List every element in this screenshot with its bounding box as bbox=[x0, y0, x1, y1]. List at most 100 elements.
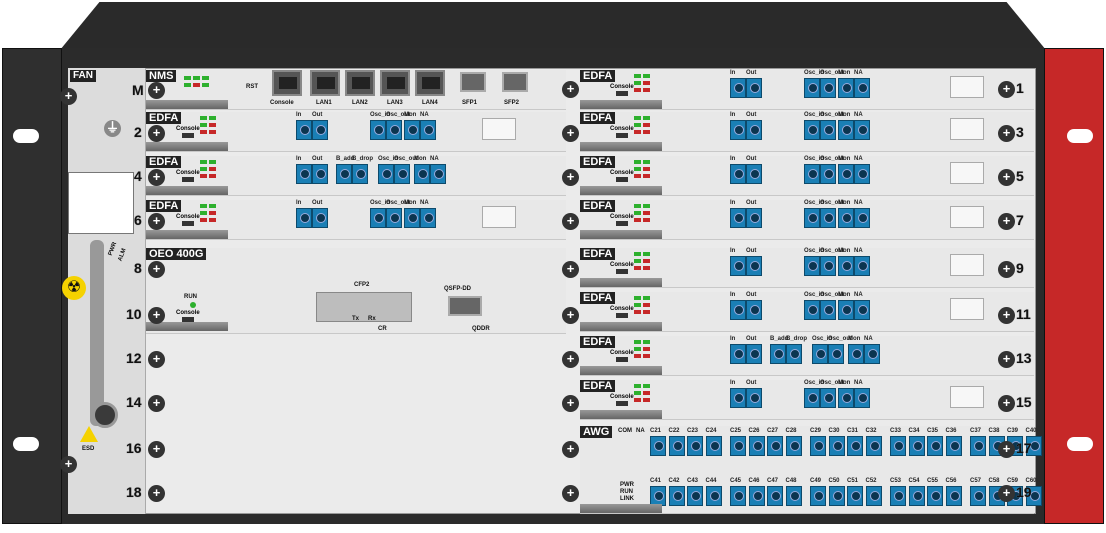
channel-port[interactable] bbox=[785, 486, 802, 506]
in-port[interactable] bbox=[730, 388, 746, 408]
console-port[interactable] bbox=[272, 70, 302, 96]
slot-screw[interactable]: + bbox=[998, 441, 1015, 458]
osc-out-port[interactable] bbox=[394, 164, 410, 184]
na-port[interactable] bbox=[854, 256, 870, 276]
channel-port[interactable] bbox=[687, 436, 703, 456]
card-handle[interactable] bbox=[580, 186, 662, 195]
na-port[interactable] bbox=[854, 208, 870, 228]
card-handle[interactable] bbox=[580, 142, 662, 151]
channel-port[interactable] bbox=[970, 436, 986, 456]
slot-screw[interactable]: + bbox=[998, 261, 1015, 278]
channel-port[interactable] bbox=[650, 486, 666, 506]
console-port[interactable]: Console bbox=[610, 306, 634, 318]
out-port[interactable] bbox=[746, 388, 762, 408]
channel-port[interactable] bbox=[705, 436, 722, 456]
na-port[interactable] bbox=[420, 208, 436, 228]
slot-screw[interactable]: + bbox=[998, 81, 1015, 98]
mid-screw[interactable]: + bbox=[562, 307, 579, 324]
card-handle[interactable] bbox=[580, 230, 662, 239]
out-port[interactable] bbox=[746, 78, 762, 98]
lan1-port[interactable] bbox=[310, 70, 340, 96]
lan2-port[interactable] bbox=[345, 70, 375, 96]
card-handle[interactable] bbox=[146, 186, 228, 195]
channel-port[interactable] bbox=[890, 486, 906, 506]
card-handle[interactable] bbox=[580, 100, 662, 109]
mon-port[interactable] bbox=[838, 120, 854, 140]
console-port[interactable]: Console bbox=[176, 170, 200, 182]
esd-jack[interactable] bbox=[92, 402, 118, 428]
osc-out-port[interactable] bbox=[820, 78, 836, 98]
in-port[interactable] bbox=[730, 78, 746, 98]
channel-port[interactable] bbox=[890, 436, 906, 456]
fan-screw[interactable]: + bbox=[60, 456, 77, 473]
out-port[interactable] bbox=[312, 164, 328, 184]
channel-port[interactable] bbox=[748, 486, 765, 506]
optical-switch[interactable] bbox=[950, 206, 984, 228]
mon-port[interactable] bbox=[838, 388, 854, 408]
in-port[interactable] bbox=[296, 208, 312, 228]
osc-out-port[interactable] bbox=[386, 208, 402, 228]
mon-port[interactable] bbox=[404, 208, 420, 228]
card-handle[interactable] bbox=[146, 100, 228, 109]
osc-out-port[interactable] bbox=[828, 344, 844, 364]
mid-screw[interactable]: + bbox=[562, 169, 579, 186]
mon-port[interactable] bbox=[404, 120, 420, 140]
card-handle[interactable] bbox=[580, 322, 662, 331]
mid-screw[interactable]: + bbox=[562, 125, 579, 142]
channel-port[interactable] bbox=[810, 436, 826, 456]
osc-out-port[interactable] bbox=[820, 388, 836, 408]
channel-port[interactable] bbox=[927, 486, 943, 506]
slot-screw[interactable]: + bbox=[148, 169, 165, 186]
optical-switch[interactable] bbox=[482, 118, 516, 140]
mon-port[interactable] bbox=[838, 300, 854, 320]
optical-switch[interactable] bbox=[482, 206, 516, 228]
channel-port[interactable] bbox=[945, 486, 962, 506]
channel-port[interactable] bbox=[687, 486, 703, 506]
channel-port[interactable] bbox=[785, 436, 802, 456]
mid-screw[interactable]: + bbox=[562, 261, 579, 278]
channel-port[interactable] bbox=[767, 486, 783, 506]
card-handle[interactable] bbox=[146, 230, 228, 239]
b-drop-port[interactable] bbox=[786, 344, 802, 364]
console-port[interactable]: Console bbox=[610, 126, 634, 138]
mon-port[interactable] bbox=[838, 164, 854, 184]
mid-screw[interactable]: + bbox=[562, 441, 579, 458]
card-handle[interactable] bbox=[580, 278, 662, 287]
mid-screw[interactable]: + bbox=[562, 81, 579, 98]
slot-screw[interactable]: + bbox=[998, 169, 1015, 186]
slot-screw[interactable]: + bbox=[148, 395, 165, 412]
b-add-port[interactable] bbox=[336, 164, 352, 184]
optical-switch[interactable] bbox=[950, 76, 984, 98]
channel-port[interactable] bbox=[945, 436, 962, 456]
channel-port[interactable] bbox=[668, 436, 685, 456]
mon-port[interactable] bbox=[414, 164, 430, 184]
osc-out-port[interactable] bbox=[386, 120, 402, 140]
osc-out-port[interactable] bbox=[820, 164, 836, 184]
optical-switch[interactable] bbox=[950, 298, 984, 320]
sfp1-port[interactable] bbox=[460, 72, 486, 92]
channel-port[interactable] bbox=[748, 436, 765, 456]
card-handle[interactable] bbox=[580, 504, 662, 513]
slot-screw[interactable]: + bbox=[998, 351, 1015, 368]
optical-switch[interactable] bbox=[950, 254, 984, 276]
channel-port[interactable] bbox=[828, 436, 845, 456]
console-port[interactable]: Console bbox=[176, 214, 200, 226]
mon-port[interactable] bbox=[848, 344, 864, 364]
na-port[interactable] bbox=[420, 120, 436, 140]
osc-in-port[interactable] bbox=[804, 120, 820, 140]
out-port[interactable] bbox=[746, 120, 762, 140]
osc-out-port[interactable] bbox=[820, 256, 836, 276]
mid-screw[interactable]: + bbox=[562, 395, 579, 412]
channel-port[interactable] bbox=[865, 486, 882, 506]
slot-screw[interactable]: + bbox=[998, 395, 1015, 412]
in-port[interactable] bbox=[296, 164, 312, 184]
slot-screw[interactable]: + bbox=[998, 307, 1015, 324]
mon-port[interactable] bbox=[838, 256, 854, 276]
mid-screw[interactable]: + bbox=[562, 485, 579, 502]
in-port[interactable] bbox=[730, 164, 746, 184]
console-port[interactable]: Console bbox=[610, 170, 634, 182]
out-port[interactable] bbox=[746, 344, 762, 364]
channel-port[interactable] bbox=[730, 486, 746, 506]
fan-handle[interactable] bbox=[90, 240, 104, 426]
in-port[interactable] bbox=[730, 120, 746, 140]
